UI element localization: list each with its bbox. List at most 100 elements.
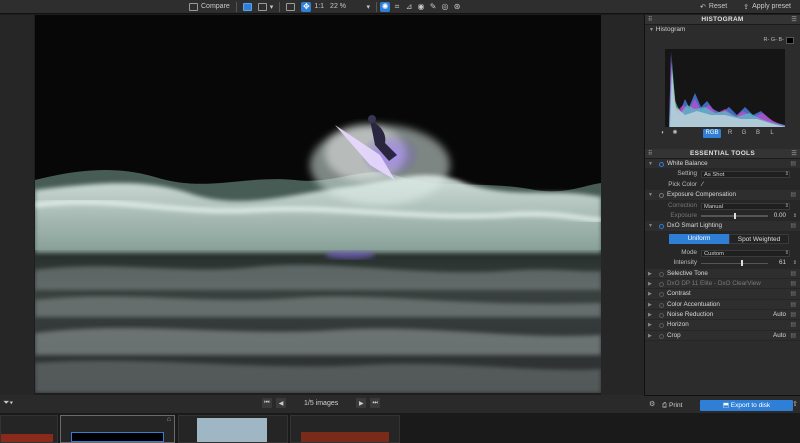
crop-icon[interactable]: ⌗ — [392, 2, 402, 12]
toolbar-divider — [235, 1, 237, 12]
exposure-slider-label: Exposure — [670, 211, 697, 219]
section-menu-icon[interactable]: ▤ — [790, 331, 796, 341]
chevron-down-icon: ▾ — [269, 3, 274, 11]
white-balance-section[interactable]: ▼ White Balance ▤ — [645, 159, 800, 170]
expand-icon: ▶ — [648, 301, 652, 308]
zoom-select[interactable]: 22 % ▾ — [327, 1, 373, 13]
zoom-value: 22 % — [330, 3, 347, 10]
enable-toggle[interactable] — [659, 302, 664, 308]
essential-tools-panel-title: ⠿ ESSENTIAL TOOLS ☰ — [645, 149, 800, 159]
eyedropper-icon[interactable]: ⁄ — [702, 180, 703, 190]
section-menu-icon[interactable]: ▤ — [790, 289, 796, 299]
mode-select[interactable]: Custom — [701, 249, 790, 257]
enable-toggle[interactable] — [659, 313, 664, 319]
stepper-icon[interactable]: ⇕ — [793, 211, 797, 221]
section-menu-icon[interactable]: ▤ — [790, 269, 796, 279]
split-view-button[interactable]: ▾ — [255, 1, 277, 13]
exposure-correction-row: Correction Manual ⇕ — [645, 200, 800, 211]
export-to-disk-button[interactable]: ⬒ Export to disk — [700, 400, 793, 411]
horizon-icon[interactable]: ⊿ — [404, 2, 414, 12]
smart-lighting-section[interactable]: ▼ DxO Smart Lighting ▤ — [645, 221, 800, 232]
spot-weighted-button[interactable]: Spot Weighted — [729, 233, 789, 244]
uniform-button[interactable]: Uniform — [669, 233, 729, 244]
enable-toggle[interactable] — [659, 333, 664, 339]
share-icon[interactable]: ⇧ — [792, 400, 798, 408]
tool-row[interactable]: ▶ Contrast ▤ — [645, 289, 800, 300]
fit-button[interactable] — [283, 1, 298, 13]
tool-value: Auto — [773, 331, 786, 339]
panel-menu-icon[interactable]: ☰ — [791, 149, 797, 159]
channel-g-button[interactable]: G — [739, 129, 749, 138]
single-view-icon — [242, 2, 252, 11]
section-menu-icon[interactable]: ▤ — [790, 320, 796, 330]
section-menu-icon[interactable]: ▤ — [790, 221, 796, 231]
tool-row[interactable]: ▶ Noise Reduction Auto ▤ — [645, 310, 800, 321]
print-icon: ⎙ — [662, 402, 668, 409]
exposure-value[interactable]: 0.00 — [774, 211, 786, 221]
last-image-icon[interactable]: ⏭ — [370, 398, 381, 408]
red-eye-icon[interactable]: ◉ — [416, 2, 426, 12]
section-menu-icon[interactable]: ▤ — [790, 310, 796, 320]
tool-row[interactable]: ▶ Crop Auto ▤ — [645, 330, 800, 342]
filmstrip-thumbnail[interactable]: ⌂ — [60, 415, 175, 443]
enable-toggle[interactable] — [659, 271, 664, 277]
panel-grip-icon: ⠿ — [648, 17, 653, 23]
enable-toggle[interactable] — [659, 323, 664, 329]
channel-rgb-button[interactable]: RGB — [703, 129, 721, 138]
channel-r-button[interactable]: R — [725, 129, 735, 138]
next-image-icon[interactable]: ▶ — [356, 398, 367, 408]
tool-row[interactable]: ▶ Horizon ▤ — [645, 320, 800, 331]
tool-label: Contrast — [667, 290, 691, 298]
enable-toggle[interactable] — [659, 162, 664, 167]
panel-menu-icon[interactable]: ☰ — [791, 15, 797, 25]
print-button[interactable]: ⎙ Print — [662, 400, 682, 411]
filter-icon[interactable]: ⏷▾ — [3, 398, 13, 408]
reset-button[interactable]: ↶ Reset — [697, 1, 730, 13]
pick-color-label: Pick Color — [668, 180, 697, 188]
channel-b-button[interactable]: B — [753, 129, 763, 138]
white-balance-tool-icon[interactable]: ✺ — [380, 1, 391, 12]
tool-row[interactable]: ▶ Selective Tone ▤ — [645, 268, 800, 279]
enable-toggle[interactable] — [659, 224, 664, 230]
exposure-slider[interactable] — [701, 212, 768, 219]
eye-icon[interactable]: ◎ — [440, 2, 450, 12]
panel-grip-icon: ⠿ — [648, 151, 653, 157]
apply-preset-icon: ⇪ — [743, 3, 750, 11]
export-bar: ⚙ ⎙ Print ⬒ Export to disk ⇧ — [644, 395, 800, 413]
tools-icon[interactable]: ⚙ — [649, 400, 655, 408]
section-menu-icon[interactable]: ▤ — [790, 159, 796, 169]
filmstrip-thumbnail[interactable] — [290, 415, 400, 443]
enable-toggle[interactable] — [659, 292, 664, 298]
intensity-value[interactable]: 61 — [779, 258, 786, 268]
section-menu-icon[interactable]: ▤ — [790, 190, 796, 200]
white-balance-setting-select[interactable]: As Shot — [701, 171, 790, 179]
channel-l-button[interactable]: L — [767, 129, 777, 138]
apply-preset-button[interactable]: ⇪ Apply preset — [740, 1, 794, 13]
highlight-clipping-icon[interactable]: ✺ — [671, 129, 679, 138]
enable-toggle[interactable] — [659, 193, 664, 199]
filmstrip-thumbnail[interactable] — [178, 415, 288, 443]
chevron-down-icon: ▾ — [366, 3, 371, 11]
enable-toggle[interactable] — [659, 281, 664, 287]
section-menu-icon[interactable]: ▤ — [790, 300, 796, 310]
photo-viewer[interactable] — [35, 15, 601, 393]
filmstrip-thumbnail[interactable] — [0, 415, 58, 443]
tool-row[interactable]: ▶ Color Accentuation ▤ — [645, 299, 800, 311]
stepper-icon[interactable]: ⇕ — [793, 258, 797, 268]
compare-button[interactable]: Compare — [186, 1, 233, 13]
slider-handle[interactable] — [733, 212, 736, 219]
tool-row[interactable]: ▶ DxO DP 11 Elite - DxO ClearView ▤ — [645, 278, 800, 290]
shadow-clipping-icon[interactable]: ◐ — [659, 129, 667, 138]
slider-handle[interactable] — [740, 260, 743, 267]
section-menu-icon[interactable]: ▤ — [790, 279, 796, 289]
exposure-section[interactable]: ▼ Exposure Compensation ▤ — [645, 190, 800, 201]
single-view-button[interactable] — [240, 1, 255, 13]
one-to-one-button[interactable]: ✥ 1:1 — [298, 1, 327, 13]
correction-select[interactable]: Manual — [701, 202, 790, 210]
previous-image-icon[interactable]: ◀ — [276, 398, 286, 408]
first-image-icon[interactable]: ⏮ — [262, 398, 272, 408]
brush-icon[interactable]: ✎ — [428, 2, 438, 12]
settings-icon[interactable]: ⊛ — [452, 2, 462, 12]
intensity-slider[interactable] — [701, 260, 768, 267]
histogram-section-header[interactable]: ▼ Histogram — [645, 25, 800, 35]
